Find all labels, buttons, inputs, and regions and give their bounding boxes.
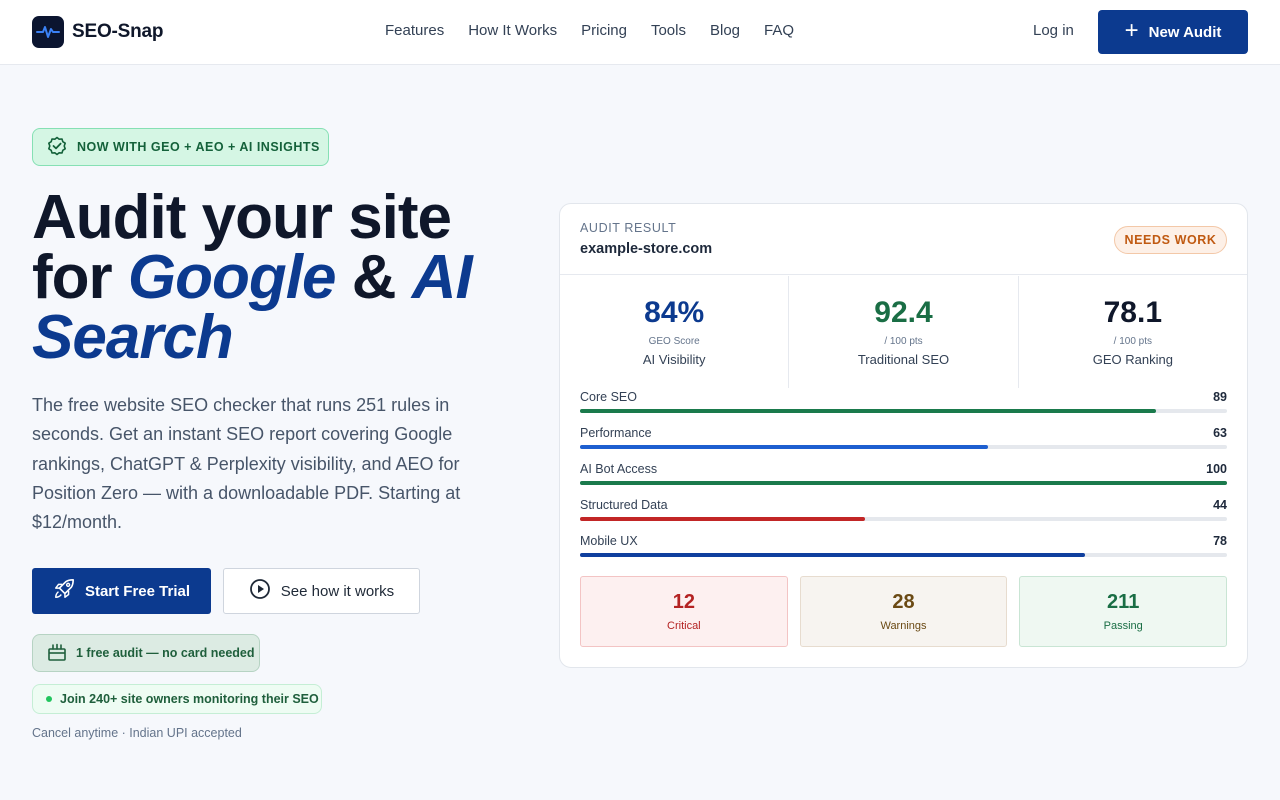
nav-link-blog[interactable]: Blog bbox=[710, 22, 740, 39]
score-metrics: 84% GEO Score AI Visibility 92.4 / 100 p… bbox=[560, 276, 1247, 388]
category-score: 78 bbox=[1213, 534, 1227, 548]
nav-link-features[interactable]: Features bbox=[385, 22, 444, 39]
warnings-label: Warnings bbox=[880, 620, 927, 632]
pulse-icon bbox=[32, 16, 64, 48]
headline-ai: AI bbox=[411, 243, 473, 312]
metric-label: AI Visibility bbox=[642, 352, 706, 367]
see-how-it-works-label: See how it works bbox=[280, 582, 395, 600]
category-label: Performance bbox=[580, 426, 652, 440]
passing-count: 211 bbox=[1107, 591, 1140, 613]
category-bar-structured-data: Structured Data 44 bbox=[580, 496, 1227, 532]
headline-ampersand: & bbox=[351, 243, 397, 312]
progress-track bbox=[580, 445, 1227, 449]
verified-check-icon bbox=[47, 136, 67, 159]
social-proof-text: Join 240+ site owners monitoring their S… bbox=[60, 692, 319, 706]
passing-label: Passing bbox=[1103, 620, 1143, 632]
brand-logo[interactable]: SEO-Snap bbox=[32, 16, 164, 48]
metric-subtitle: GEO Score bbox=[648, 336, 700, 347]
nav-link-how-it-works[interactable]: How It Works bbox=[468, 22, 557, 39]
login-link[interactable]: Log in bbox=[1033, 22, 1074, 39]
nav-link-pricing[interactable]: Pricing bbox=[581, 22, 627, 39]
new-audit-label: New Audit bbox=[1148, 23, 1222, 41]
metric-subtitle: / 100 pts bbox=[884, 336, 923, 347]
nav-link-faq[interactable]: FAQ bbox=[764, 22, 794, 39]
metric-label: GEO Ranking bbox=[1092, 352, 1173, 367]
metric-value: 78.1 bbox=[1103, 296, 1163, 329]
start-free-trial-button[interactable]: Start Free Trial bbox=[32, 568, 211, 614]
hero-headline: Audit your site for Google & AI Search bbox=[32, 187, 552, 369]
metric-subtitle: / 100 pts bbox=[1113, 336, 1152, 347]
critical-count: 12 bbox=[672, 591, 695, 613]
critical-count-box: 12 Critical bbox=[580, 576, 788, 647]
free-audit-text: 1 free audit — no card needed bbox=[76, 646, 255, 660]
hero-description: The free website SEO checker that runs 2… bbox=[32, 395, 461, 533]
audit-domain: example-store.com bbox=[580, 241, 713, 257]
category-label: AI Bot Access bbox=[580, 462, 658, 476]
issue-summary: 12 Critical 28 Warnings 211 Passing bbox=[580, 576, 1228, 647]
status-dot-icon bbox=[46, 696, 52, 702]
progress-fill bbox=[580, 409, 1156, 413]
start-free-trial-label: Start Free Trial bbox=[84, 582, 191, 600]
new-audit-button[interactable]: + New Audit bbox=[1098, 10, 1248, 54]
see-how-it-works-button[interactable]: See how it works bbox=[223, 568, 420, 614]
brand-name: SEO-Snap bbox=[72, 21, 164, 42]
progress-fill bbox=[580, 481, 1227, 485]
category-bar-ai-bot-access: AI Bot Access 100 bbox=[580, 460, 1227, 496]
category-bar-core-seo: Core SEO 89 bbox=[580, 388, 1227, 424]
metric-traditional-seo: 92.4 / 100 pts Traditional SEO bbox=[788, 276, 1017, 388]
progress-track bbox=[580, 409, 1227, 413]
progress-fill bbox=[580, 445, 988, 449]
nav-link-tools[interactable]: Tools bbox=[651, 22, 686, 39]
category-score-bars: Core SEO 89 Performance 63 AI Bot Access… bbox=[580, 388, 1227, 568]
gift-icon bbox=[47, 643, 67, 664]
progress-fill bbox=[580, 553, 1085, 557]
warnings-count-box: 28 Warnings bbox=[799, 576, 1008, 647]
top-nav: SEO-Snap Features How It Works Pricing T… bbox=[0, 0, 1280, 65]
category-label: Mobile UX bbox=[580, 534, 638, 548]
play-circle-icon bbox=[249, 578, 271, 604]
fine-print: Cancel anytime · Indian UPI accepted bbox=[32, 726, 242, 740]
category-score: 100 bbox=[1206, 462, 1227, 476]
headline-line-1: Audit your site bbox=[32, 183, 452, 252]
headline-google: Google bbox=[127, 243, 337, 312]
category-score: 44 bbox=[1213, 498, 1227, 512]
progress-track bbox=[580, 517, 1227, 521]
rocket-icon bbox=[53, 578, 75, 604]
feature-badge: NOW WITH GEO + AEO + AI INSIGHTS bbox=[32, 128, 329, 166]
passing-count-box: 211 Passing bbox=[1019, 576, 1228, 647]
social-proof-badge: Join 240+ site owners monitoring their S… bbox=[32, 684, 322, 714]
metric-ai-visibility: 84% GEO Score AI Visibility bbox=[560, 276, 788, 388]
audit-result-label: AUDIT RESULT bbox=[580, 221, 677, 235]
metric-value: 92.4 bbox=[874, 296, 933, 329]
category-label: Structured Data bbox=[580, 498, 668, 512]
category-label: Core SEO bbox=[580, 390, 637, 404]
audit-result-card: AUDIT RESULT example-store.com NEEDS WOR… bbox=[559, 203, 1248, 668]
category-bar-performance: Performance 63 bbox=[580, 424, 1227, 460]
metric-geo-ranking: 78.1 / 100 pts GEO Ranking bbox=[1017, 276, 1247, 388]
headline-search: Search bbox=[32, 303, 234, 372]
free-audit-badge: 1 free audit — no card needed bbox=[32, 634, 260, 672]
progress-track bbox=[580, 481, 1227, 485]
headline-for: for bbox=[32, 243, 113, 312]
feature-badge-text: NOW WITH GEO + AEO + AI INSIGHTS bbox=[77, 140, 320, 154]
category-score: 89 bbox=[1213, 390, 1227, 404]
plus-icon: + bbox=[1124, 17, 1139, 44]
category-bar-mobile-ux: Mobile UX 78 bbox=[580, 532, 1227, 568]
progress-fill bbox=[580, 517, 865, 521]
audit-card-header: AUDIT RESULT example-store.com NEEDS WOR… bbox=[560, 204, 1247, 275]
progress-track bbox=[580, 553, 1227, 557]
warnings-count: 28 bbox=[892, 591, 915, 613]
nav-links: Features How It Works Pricing Tools Blog… bbox=[385, 22, 794, 39]
critical-label: Critical bbox=[667, 620, 701, 632]
category-score: 63 bbox=[1213, 426, 1227, 440]
metric-value: 84% bbox=[644, 296, 705, 329]
status-badge: NEEDS WORK bbox=[1114, 226, 1227, 254]
metric-label: Traditional SEO bbox=[857, 352, 950, 367]
